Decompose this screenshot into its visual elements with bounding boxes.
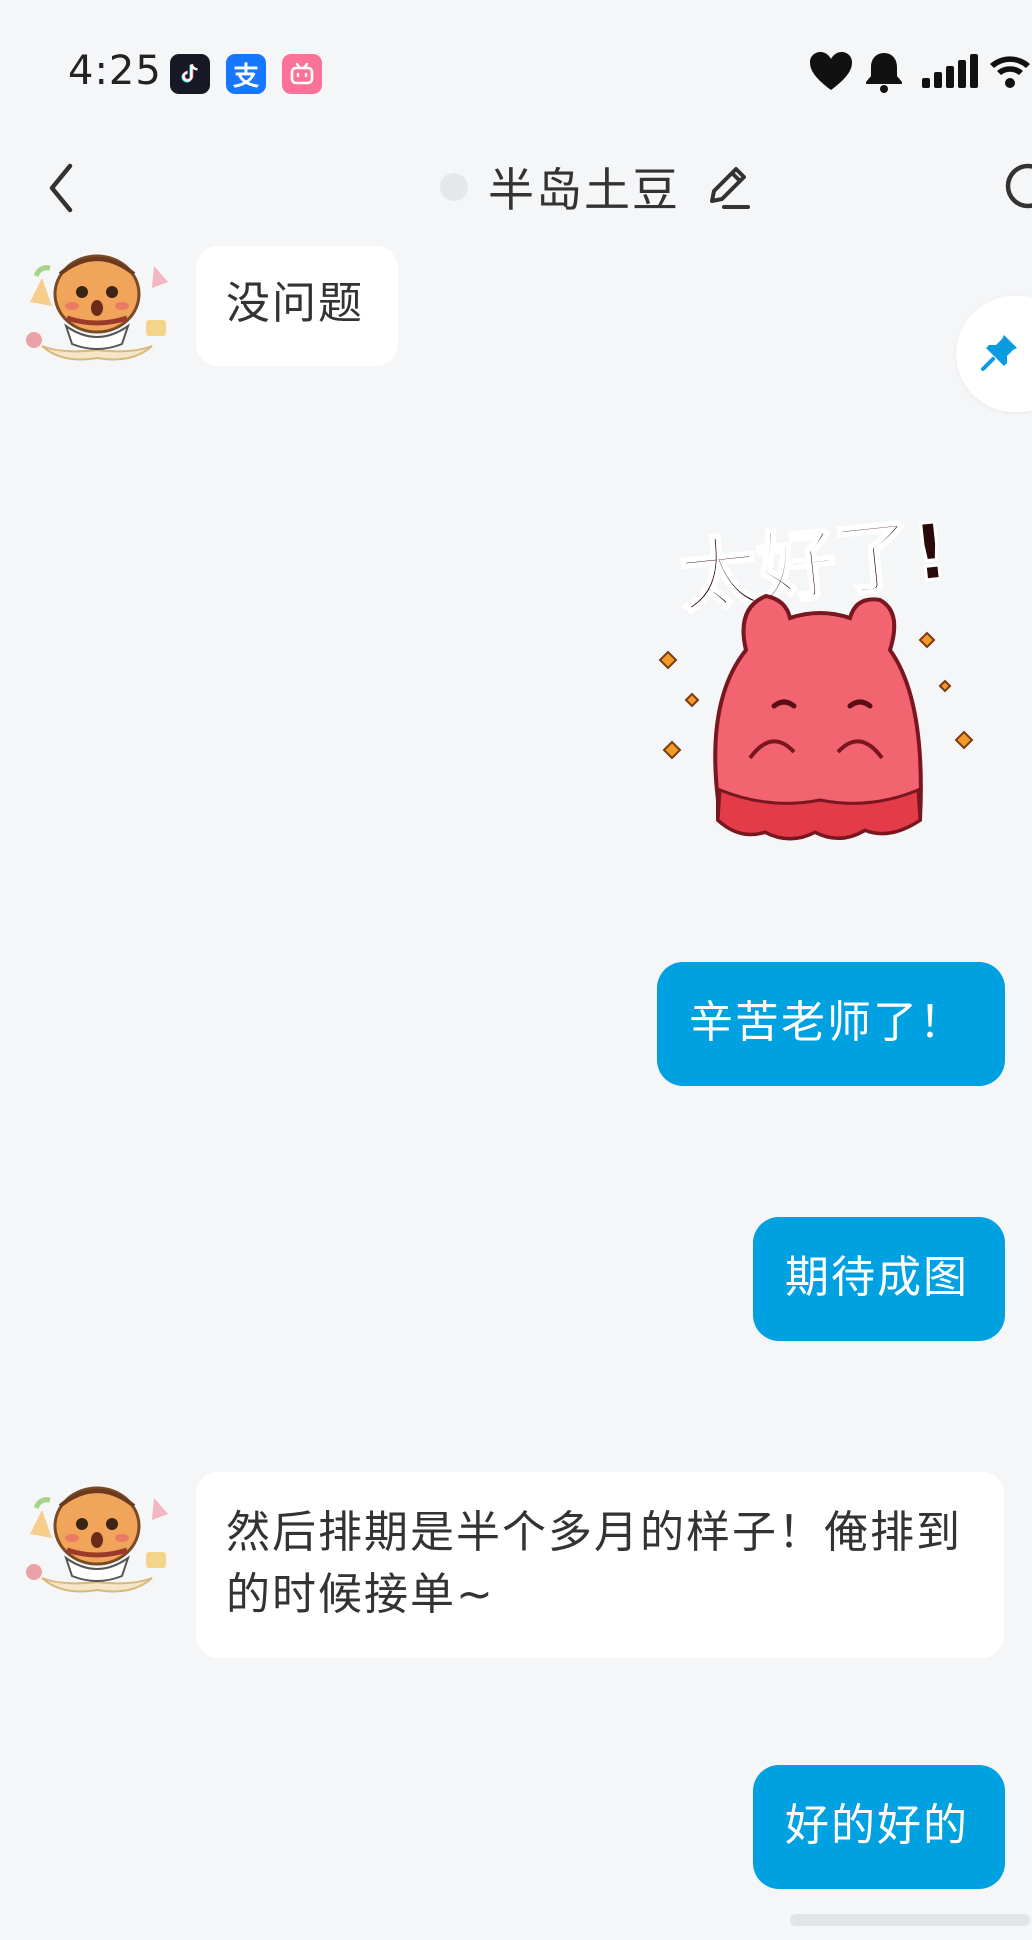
heart-icon <box>810 52 852 90</box>
wifi-icon <box>990 56 1030 88</box>
contact-avatar[interactable] <box>22 1468 172 1608</box>
chat-title: 半岛土豆 <box>488 163 680 217</box>
sticker-caption: 太好了! <box>676 507 954 625</box>
pin-icon <box>981 335 1017 371</box>
chat-title-group[interactable]: 半岛土豆 <box>440 152 752 222</box>
alipay-glyph: 支 <box>232 61 259 92</box>
pin-button[interactable] <box>956 296 1032 412</box>
status-time: 4:25 <box>68 48 162 94</box>
douyin-icon <box>170 54 210 94</box>
message-bubble-incoming[interactable]: 没问题 <box>196 246 398 366</box>
message-bubble-outgoing[interactable]: 辛苦老师了！ <box>657 962 1005 1086</box>
message-bubble-incoming[interactable]: 然后排期是半个多月的样子！俺排到的时候接单~ <box>196 1472 1004 1658</box>
sticker-image[interactable]: 太好了! <box>650 500 990 850</box>
bell-icon <box>866 53 902 93</box>
status-bar: 4:25 支 <box>0 0 1032 150</box>
home-indicator <box>790 1914 1030 1926</box>
message-bubble-outgoing[interactable]: 好的好的 <box>753 1765 1005 1889</box>
more-options-icon[interactable] <box>1000 158 1032 214</box>
alipay-icon: 支 <box>226 54 266 94</box>
back-icon[interactable] <box>40 158 90 218</box>
contact-avatar[interactable] <box>22 236 172 376</box>
message-bubble-outgoing[interactable]: 期待成图 <box>753 1217 1005 1341</box>
edit-pencil-icon[interactable] <box>702 161 752 213</box>
bilibili-icon <box>282 54 322 94</box>
online-status-dot <box>440 173 468 201</box>
signal-icon <box>922 54 978 88</box>
